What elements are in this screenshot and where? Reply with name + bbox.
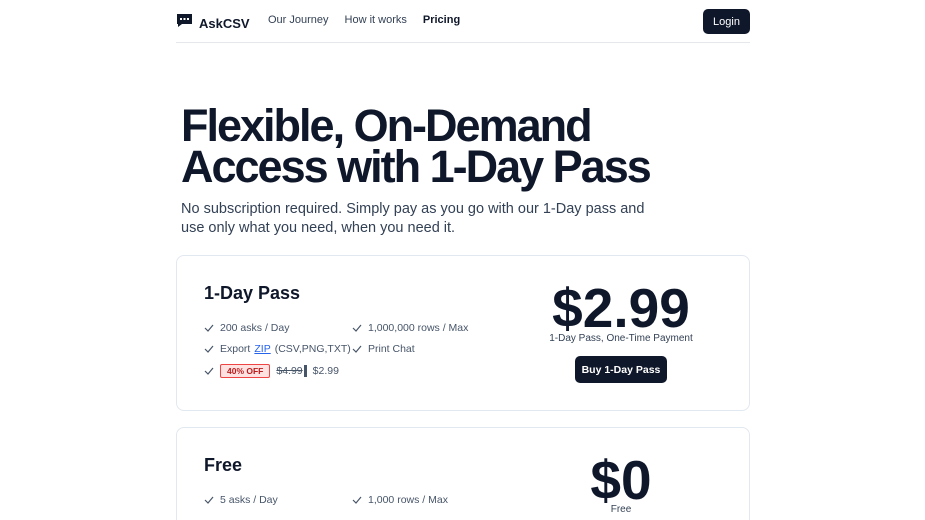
feature-rows: 1,000 rows / Max [352, 494, 448, 506]
feature-asks: 5 asks / Day [204, 494, 278, 506]
plan-name: Free [204, 455, 243, 475]
feature-asks-label: 200 asks / Day [220, 322, 290, 334]
feature-discount: 40% OFF $4.99 $2.99 [204, 364, 339, 378]
plan-price-caption: Free [610, 504, 632, 515]
nav-link-our-journey[interactable]: Our Journey [268, 14, 329, 26]
zip-link[interactable]: ZIP [254, 343, 270, 355]
pricing-card-day-pass: 1-Day Pass 200 asks / Day 1,000,000 rows… [176, 255, 750, 411]
new-price: $2.99 [312, 365, 339, 377]
nav-link-how-it-works[interactable]: How it works [345, 14, 407, 26]
check-icon [352, 345, 362, 353]
nav-link-pricing[interactable]: Pricing [423, 14, 460, 26]
feature-rows-label: 1,000,000 rows / Max [368, 322, 469, 334]
plan-price: $0 [590, 449, 652, 511]
nav-links: Our Journey How it works Pricing [268, 14, 460, 26]
buy-day-pass-button[interactable]: Buy 1-Day Pass [575, 356, 667, 383]
top-nav: AskCSV Our Journey How it works Pricing … [176, 0, 750, 43]
chat-logo-icon [176, 13, 193, 33]
check-icon [204, 496, 214, 504]
feature-export-prefix: Export [220, 343, 251, 355]
feature-asks: 200 asks / Day [204, 322, 289, 334]
plan-name: 1-Day Pass [204, 283, 301, 303]
feature-rows-label: 1,000 rows / Max [368, 494, 448, 506]
check-icon [352, 496, 362, 504]
page-subtitle: No subscription required. Simply pay as … [181, 201, 645, 236]
check-icon [204, 345, 214, 353]
plan-price-caption: 1-Day Pass, One-Time Payment [549, 333, 693, 344]
feature-rows: 1,000,000 rows / Max [352, 322, 468, 334]
check-icon [204, 324, 214, 332]
discount-badge: 40% OFF [220, 364, 271, 378]
feature-print-label: Print Chat [368, 343, 415, 355]
feature-export: Export ZIP (CSV,PNG,TXT) [204, 343, 351, 355]
page-title: Flexible, On-Demand Access with 1-Day Pa… [181, 100, 652, 192]
check-icon [352, 324, 362, 332]
brand-name: AskCSV [199, 15, 250, 31]
feature-asks-label: 5 asks / Day [220, 494, 278, 506]
login-button[interactable]: Login [703, 9, 750, 34]
brand[interactable]: AskCSV [176, 13, 250, 33]
plan-price: $2.99 [552, 277, 690, 339]
old-price: $4.99 [276, 365, 307, 377]
feature-export-suffix: (CSV,PNG,TXT) [274, 343, 351, 355]
feature-print: Print Chat [352, 343, 415, 355]
check-icon [204, 367, 214, 375]
pricing-card-free: Free 5 asks / Day 1,000 rows / Max $0 Fr… [176, 427, 750, 520]
